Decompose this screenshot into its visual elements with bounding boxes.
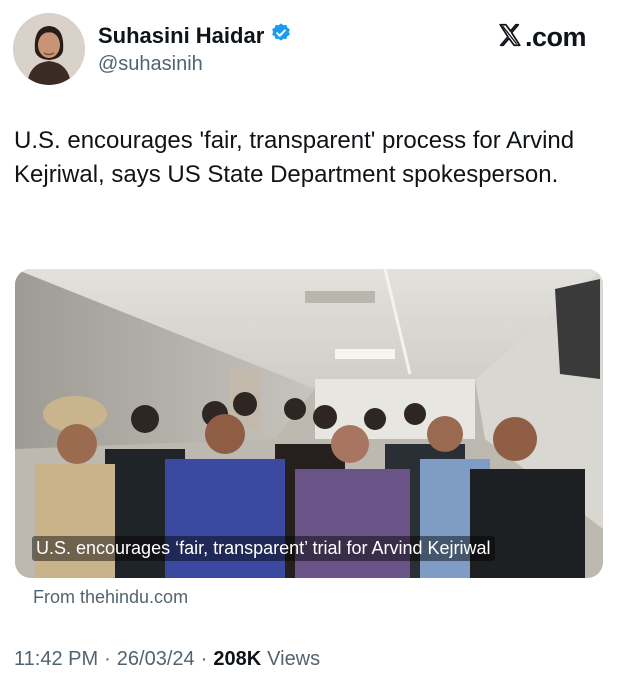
meta-separator: · xyxy=(200,648,208,670)
views-label: Views xyxy=(267,648,321,670)
views-count[interactable]: 208K xyxy=(213,648,261,671)
link-card-source[interactable]: From thehindu.com xyxy=(33,587,188,608)
tweet-date[interactable]: 26/03/24 xyxy=(117,648,195,671)
author-name-row: Suhasini Haidar xyxy=(98,22,292,49)
x-logo-icon xyxy=(497,22,523,53)
verified-badge-icon xyxy=(270,22,292,49)
tweet-text: U.S. encourages 'fair, transparent' proc… xyxy=(14,127,575,188)
tweet-meta: 11:42 PM · 26/03/24 · 208K Views xyxy=(14,648,320,671)
link-card-caption: U.S. encourages ‘fair, transparent’ tria… xyxy=(32,536,495,561)
avatar-image xyxy=(13,13,85,85)
author-handle[interactable]: @suhasinih xyxy=(98,53,203,76)
x-brand-link[interactable]: .com xyxy=(497,22,587,53)
author-display-name[interactable]: Suhasini Haidar xyxy=(98,23,264,49)
brand-domain-text: .com xyxy=(524,22,587,52)
author-avatar[interactable] xyxy=(13,13,85,85)
tweet-time[interactable]: 11:42 PM xyxy=(14,648,98,671)
meta-separator: · xyxy=(104,648,111,670)
link-card[interactable]: U.S. encourages ‘fair, transparent’ tria… xyxy=(15,269,603,578)
link-card-image xyxy=(15,269,603,578)
